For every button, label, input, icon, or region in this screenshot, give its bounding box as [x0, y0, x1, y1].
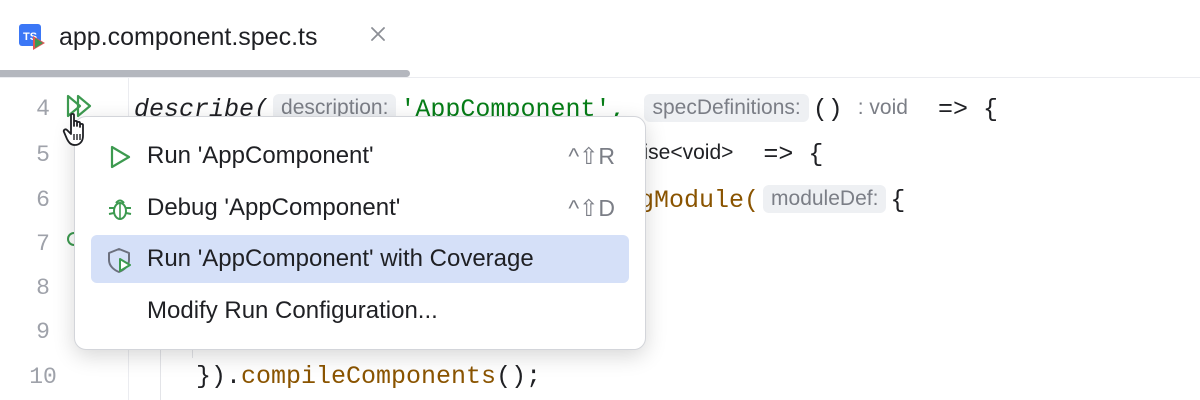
- code-token: {: [890, 186, 906, 215]
- menu-item-shortcut: ^⇧R: [568, 143, 615, 169]
- code-token: (): [812, 95, 843, 124]
- menu-item-debug[interactable]: Debug 'AppComponent' ^⇧D: [91, 184, 629, 232]
- typescript-test-file-icon: TS: [19, 24, 45, 50]
- menu-item-modify-run-configuration[interactable]: Modify Run Configuration...: [91, 287, 629, 335]
- line-number: 8: [36, 275, 50, 301]
- tab-app-component-spec[interactable]: TS app.component.spec.ts: [0, 0, 410, 77]
- parameter-hint: specDefinitions:: [644, 94, 809, 122]
- debug-icon: [108, 199, 132, 220]
- code-token: => {: [937, 95, 998, 124]
- code-line-6[interactable]: ngModule(moduleDef:{: [624, 185, 905, 215]
- code-token: ();: [496, 362, 542, 391]
- line-number: 4: [36, 96, 50, 122]
- menu-item-label: Debug 'AppComponent': [147, 194, 401, 221]
- return-type-hint: : void: [857, 96, 908, 119]
- code-token: => {: [763, 140, 824, 169]
- menu-item-run-with-coverage[interactable]: Run 'AppComponent' with Coverage: [91, 235, 629, 283]
- run-context-popup: Run 'AppComponent' ^⇧R Debug 'AppCompone…: [74, 116, 646, 350]
- line-number: 10: [29, 364, 57, 390]
- close-icon[interactable]: [368, 24, 390, 46]
- line-number: 7: [36, 231, 50, 257]
- line-number: 9: [36, 319, 50, 345]
- code-token: }).: [196, 362, 242, 391]
- line-number: 6: [36, 187, 50, 213]
- active-tab-indicator: [0, 70, 410, 77]
- parameter-hint: moduleDef:: [763, 185, 887, 213]
- menu-item-run[interactable]: Run 'AppComponent' ^⇧R: [91, 132, 629, 180]
- code-function: compileComponents: [241, 362, 497, 391]
- coverage-icon: [108, 248, 131, 273]
- code-line-10[interactable]: }).compileComponents();: [196, 362, 541, 391]
- tab-title: app.component.spec.ts: [59, 23, 318, 51]
- code-line-5[interactable]: mise<void> => {: [626, 140, 823, 169]
- hand-cursor-icon: [62, 112, 84, 146]
- menu-item-shortcut: ^⇧D: [568, 195, 615, 221]
- menu-item-label: Run 'AppComponent': [147, 142, 374, 169]
- line-number: 5: [36, 142, 50, 168]
- menu-item-label: Modify Run Configuration...: [147, 297, 438, 324]
- menu-item-label: Run 'AppComponent' with Coverage: [147, 245, 534, 272]
- editor-tab-bar: TS app.component.spec.ts: [0, 0, 1200, 77]
- run-icon: [110, 145, 131, 169]
